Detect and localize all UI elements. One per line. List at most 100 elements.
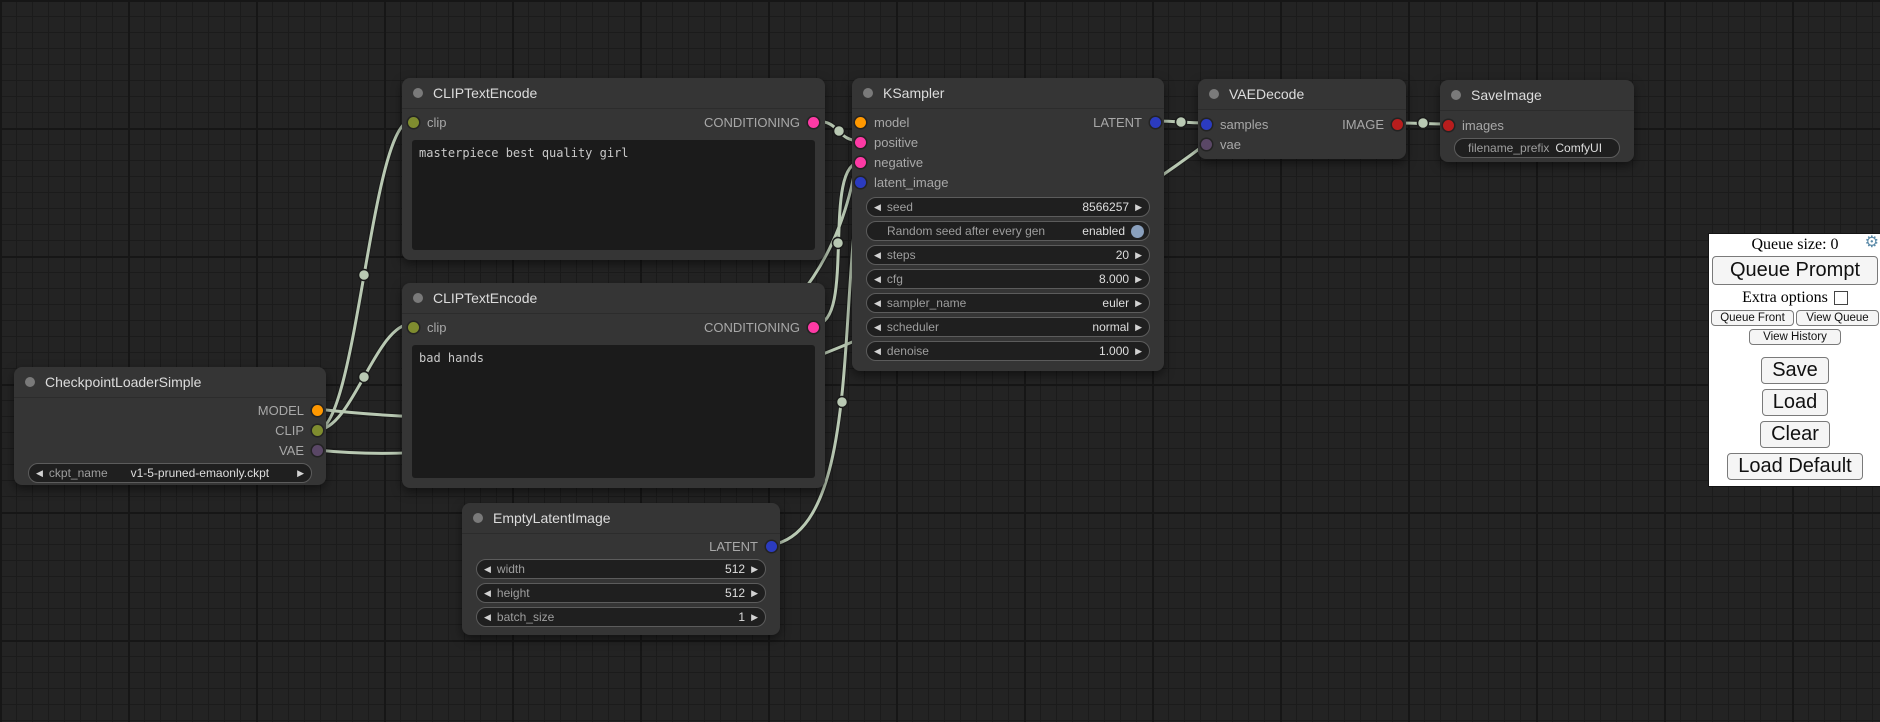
load-button[interactable]: Load: [1762, 389, 1829, 416]
input-slot-clip[interactable]: clip: [405, 109, 447, 135]
save-button[interactable]: Save: [1761, 357, 1829, 384]
right-arrow-icon[interactable]: ▶: [751, 613, 758, 622]
right-arrow-icon[interactable]: ▶: [1135, 251, 1142, 260]
view-history-button[interactable]: View History: [1749, 329, 1841, 345]
toggle-on-icon[interactable]: [1131, 225, 1144, 238]
seed-widget[interactable]: ◀ seed 8566257 ▶: [866, 197, 1150, 217]
output-slot-vae[interactable]: VAE: [14, 440, 326, 460]
right-arrow-icon[interactable]: ▶: [1135, 275, 1142, 284]
batch-size-widget[interactable]: ◀ batch_size 1 ▶: [476, 607, 766, 627]
filename-prefix-widget[interactable]: filename_prefix ComfyUI: [1454, 138, 1620, 158]
output-slot-latent[interactable]: LATENT: [462, 536, 780, 556]
collapse-dot-icon[interactable]: [413, 88, 423, 98]
latent-port-icon[interactable]: [766, 541, 777, 552]
output-slot-conditioning[interactable]: CONDITIONING: [704, 314, 822, 340]
input-slot-images[interactable]: images: [1440, 115, 1634, 135]
right-arrow-icon[interactable]: ▶: [1135, 203, 1142, 212]
scheduler-widget[interactable]: ◀ scheduler normal ▶: [866, 317, 1150, 337]
right-arrow-icon[interactable]: ▶: [1135, 323, 1142, 332]
clip-port-icon[interactable]: [408, 117, 419, 128]
node-title: CLIPTextEncode: [433, 290, 537, 306]
image-port-icon[interactable]: [1443, 120, 1454, 131]
node-title-bar[interactable]: KSampler: [852, 78, 1164, 109]
node-ksampler[interactable]: KSampler LATENT model positive negative …: [852, 78, 1164, 371]
vae-port-icon[interactable]: [1201, 139, 1212, 150]
input-slot-latent-image[interactable]: latent_image: [852, 172, 1164, 192]
left-arrow-icon[interactable]: ◀: [874, 203, 881, 212]
conditioning-port-icon[interactable]: [855, 157, 866, 168]
left-arrow-icon[interactable]: ◀: [484, 613, 491, 622]
conditioning-port-icon[interactable]: [808, 322, 819, 333]
right-arrow-icon[interactable]: ▶: [297, 469, 304, 478]
node-title-bar[interactable]: SaveImage: [1440, 80, 1634, 111]
left-arrow-icon[interactable]: ◀: [874, 299, 881, 308]
left-arrow-icon[interactable]: ◀: [874, 347, 881, 356]
collapse-dot-icon[interactable]: [473, 513, 483, 523]
ckpt-name-widget[interactable]: ◀ ckpt_name v1-5-pruned-emaonly.ckpt ▶: [28, 463, 312, 483]
width-widget[interactable]: ◀ width 512 ▶: [476, 559, 766, 579]
node-title-bar[interactable]: VAEDecode: [1198, 79, 1406, 110]
collapse-dot-icon[interactable]: [1451, 90, 1461, 100]
latent-port-icon[interactable]: [1150, 117, 1161, 128]
left-arrow-icon[interactable]: ◀: [874, 275, 881, 284]
node-clip-text-encode-negative[interactable]: CLIPTextEncode clip CONDITIONING bad han…: [402, 283, 825, 488]
input-slot-negative[interactable]: negative: [852, 152, 1164, 172]
right-arrow-icon[interactable]: ▶: [751, 589, 758, 598]
node-vae-decode[interactable]: VAEDecode IMAGE samples vae: [1198, 79, 1406, 159]
model-port-icon[interactable]: [312, 405, 323, 416]
queue-prompt-button[interactable]: Queue Prompt: [1712, 256, 1878, 285]
node-title-bar[interactable]: CLIPTextEncode: [402, 78, 825, 109]
node-empty-latent-image[interactable]: EmptyLatentImage LATENT ◀ width 512 ▶ ◀ …: [462, 503, 780, 635]
node-title-bar[interactable]: CLIPTextEncode: [402, 283, 825, 314]
conditioning-port-icon[interactable]: [855, 137, 866, 148]
input-slot-clip[interactable]: clip: [405, 314, 447, 340]
node-checkpoint-loader-simple[interactable]: CheckpointLoaderSimple MODEL CLIP VAE ◀ …: [14, 367, 326, 485]
right-arrow-icon[interactable]: ▶: [751, 565, 758, 574]
steps-widget[interactable]: ◀ steps 20 ▶: [866, 245, 1150, 265]
node-save-image[interactable]: SaveImage images filename_prefix ComfyUI: [1440, 80, 1634, 162]
clip-port-icon[interactable]: [312, 425, 323, 436]
input-slot-vae[interactable]: vae: [1198, 134, 1406, 154]
prompt-text-area[interactable]: bad hands: [412, 345, 815, 478]
extra-options-checkbox[interactable]: [1834, 291, 1848, 305]
denoise-widget[interactable]: ◀ denoise 1.000 ▶: [866, 341, 1150, 361]
node-title-bar[interactable]: EmptyLatentImage: [462, 503, 780, 534]
output-slot-model[interactable]: MODEL: [14, 400, 326, 420]
collapse-dot-icon[interactable]: [1209, 89, 1219, 99]
output-slot-latent[interactable]: LATENT: [852, 112, 1164, 132]
left-arrow-icon[interactable]: ◀: [874, 251, 881, 260]
output-slot-clip[interactable]: CLIP: [14, 420, 326, 440]
node-title-bar[interactable]: CheckpointLoaderSimple: [14, 367, 326, 398]
random-seed-toggle-widget[interactable]: Random seed after every gen enabled: [866, 221, 1150, 241]
collapse-dot-icon[interactable]: [25, 377, 35, 387]
load-default-button[interactable]: Load Default: [1727, 453, 1862, 480]
left-arrow-icon[interactable]: ◀: [874, 323, 881, 332]
image-port-icon[interactable]: [1392, 119, 1403, 130]
node-title: CheckpointLoaderSimple: [45, 374, 201, 390]
queue-size-label: Queue size: 0: [1751, 236, 1838, 253]
node-clip-text-encode-positive[interactable]: CLIPTextEncode clip CONDITIONING masterp…: [402, 78, 825, 260]
queue-front-button[interactable]: Queue Front: [1711, 310, 1794, 326]
input-slot-positive[interactable]: positive: [852, 132, 1164, 152]
collapse-dot-icon[interactable]: [413, 293, 423, 303]
left-arrow-icon[interactable]: ◀: [36, 469, 43, 478]
settings-gear-icon[interactable]: ⚙: [1865, 235, 1879, 251]
right-arrow-icon[interactable]: ▶: [1135, 299, 1142, 308]
vae-port-icon[interactable]: [312, 445, 323, 456]
cfg-widget[interactable]: ◀ cfg 8.000 ▶: [866, 269, 1150, 289]
collapse-dot-icon[interactable]: [863, 88, 873, 98]
output-slot-conditioning[interactable]: CONDITIONING: [704, 109, 822, 135]
clip-port-icon[interactable]: [408, 322, 419, 333]
prompt-text-area[interactable]: masterpiece best quality girl: [412, 140, 815, 250]
output-slot-image[interactable]: IMAGE: [1198, 114, 1406, 134]
latent-port-icon[interactable]: [855, 177, 866, 188]
sampler-name-widget[interactable]: ◀ sampler_name euler ▶: [866, 293, 1150, 313]
node-title: EmptyLatentImage: [493, 510, 611, 526]
left-arrow-icon[interactable]: ◀: [484, 565, 491, 574]
clear-button[interactable]: Clear: [1760, 421, 1830, 448]
right-arrow-icon[interactable]: ▶: [1135, 347, 1142, 356]
left-arrow-icon[interactable]: ◀: [484, 589, 491, 598]
conditioning-port-icon[interactable]: [808, 117, 819, 128]
view-queue-button[interactable]: View Queue: [1796, 310, 1879, 326]
height-widget[interactable]: ◀ height 512 ▶: [476, 583, 766, 603]
